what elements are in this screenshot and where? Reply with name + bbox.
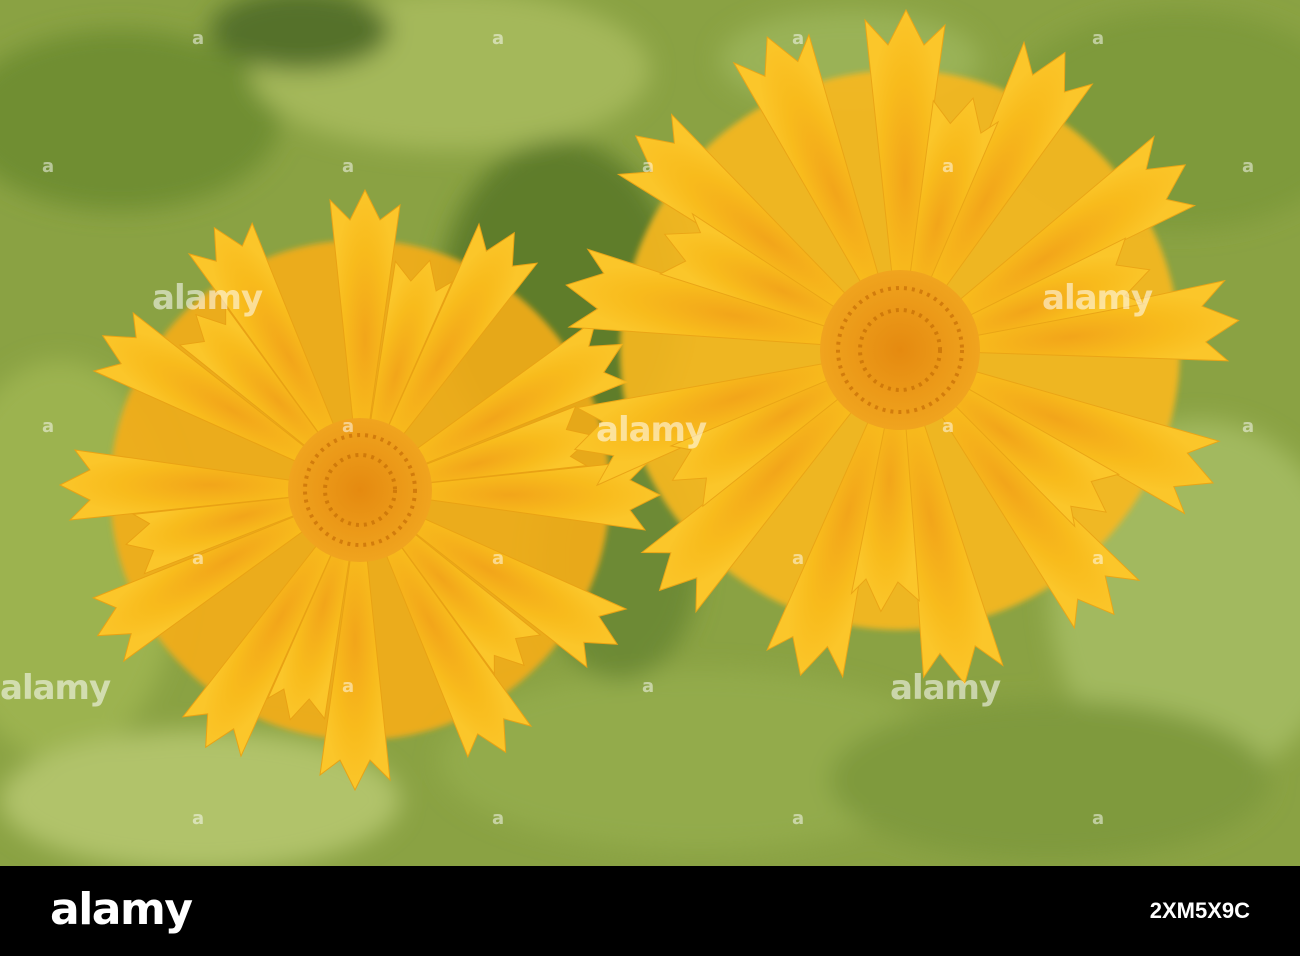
footer-bar: alamy 2XM5X9C	[0, 866, 1300, 956]
photo: alamy alamy alamy alamy alamy a a a a a …	[0, 0, 1300, 866]
left-flower-center	[288, 418, 432, 562]
flower-photo	[0, 0, 1300, 866]
image-id: 2XM5X9C	[1149, 898, 1250, 923]
alamy-logo[interactable]: alamy	[50, 888, 193, 932]
right-flower-center	[820, 270, 980, 430]
